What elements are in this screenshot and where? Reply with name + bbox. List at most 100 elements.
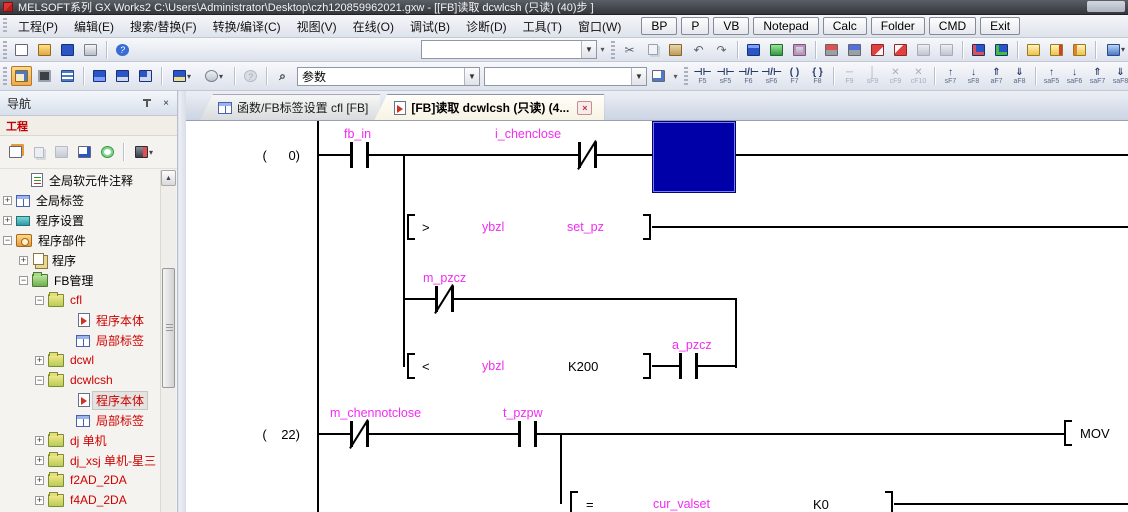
copy-data-button[interactable] (28, 142, 49, 162)
pin-icon[interactable] (141, 97, 153, 109)
expander[interactable]: − (19, 275, 28, 285)
scrollbar-thumb[interactable] (162, 268, 175, 388)
refresh-button[interactable] (97, 142, 118, 162)
project-data-combobox[interactable]: ▼ (421, 40, 597, 59)
ladder-editor[interactable]: ( 0) ( 22) fb_in i_chenclose > ybzl set_… (186, 121, 1128, 512)
ladder-or-contact-button[interactable]: ⊣⊢ sF5 (714, 64, 737, 89)
compare-constant[interactable]: K0 (813, 497, 829, 512)
ladder-delete-hline-button[interactable]: ✕ cF9 (884, 64, 907, 89)
tree-item-program-parts[interactable]: − 程序部件 (0, 230, 160, 250)
toolbar-overflow[interactable]: ▾ (670, 66, 681, 86)
io-button[interactable] (789, 40, 810, 60)
help-button[interactable]: ? (112, 40, 133, 60)
ladder-pulse-ne-or-button[interactable]: ↓ saF6 (1063, 64, 1086, 89)
closed-contact-i-chenclose[interactable] (577, 140, 597, 170)
device-run-button[interactable] (991, 40, 1012, 60)
expander[interactable]: + (19, 255, 28, 265)
statement2-button[interactable] (1069, 40, 1090, 60)
ladder-pulse-nf-or-button[interactable]: ⇓ saF8 (1109, 64, 1128, 89)
undo-button[interactable]: ↶ (688, 40, 709, 60)
tab-fb-label-settings[interactable]: 函数/FB标签设置 cfl [FB] (200, 94, 381, 120)
ladder-open-contact-button[interactable]: ⊣⊢ F5 (691, 64, 714, 89)
print-button[interactable] (80, 40, 101, 60)
device-search-button[interactable]: ▾ (199, 66, 229, 86)
combo-drop-icon[interactable]: ▼ (631, 67, 646, 85)
device-tree-button[interactable] (135, 66, 156, 86)
ladder-delete-vline-button[interactable]: ✕ cF10 (907, 64, 930, 89)
tree-item-dcwlcsh[interactable]: − dcwlcsh (0, 370, 160, 390)
expander[interactable]: + (3, 195, 12, 205)
tree-item-program[interactable]: + 程序 (0, 250, 160, 270)
new-project-button[interactable] (11, 40, 32, 60)
tab-fb-read-dcwlcsh[interactable]: [FB]读取 dcwlcsh (只读) (4... × (374, 94, 605, 120)
device-stop-button[interactable] (968, 40, 989, 60)
menu-view[interactable]: 视图(V) (289, 15, 345, 38)
redo-button[interactable]: ↷ (711, 40, 732, 60)
paste-data-button[interactable] (51, 142, 72, 162)
note-button[interactable] (1046, 40, 1067, 60)
exit-button[interactable]: Exit (980, 17, 1021, 35)
compare-operator[interactable]: = (586, 497, 594, 512)
copy-button[interactable] (642, 40, 663, 60)
tree-item-global-label[interactable]: + 全局标签 (0, 190, 160, 210)
ladder-pulse-falling-button[interactable]: ↓ sF8 (962, 64, 985, 89)
ladder-pulse-nf-contact-button[interactable]: ⇑ saF7 (1086, 64, 1109, 89)
data-property-button[interactable] (74, 142, 95, 162)
scroll-up-icon[interactable]: ▲ (161, 170, 176, 186)
expander[interactable]: + (35, 355, 44, 365)
compare-constant[interactable]: K200 (568, 359, 598, 374)
tree-item-dcwlcsh-program-body[interactable]: 程序本体 (0, 390, 160, 410)
menu-convert-compile[interactable]: 转换/编译(C) (205, 15, 289, 38)
ladder-application-instruction-button[interactable]: { } F8 (806, 64, 829, 89)
monitor-mode-button[interactable]: ▾ (1101, 40, 1128, 60)
menu-tools[interactable]: 工具(T) (515, 15, 570, 38)
expander[interactable]: + (35, 495, 44, 505)
monitor-gray2-button[interactable] (936, 40, 957, 60)
panel-splitter[interactable] (179, 91, 186, 512)
statement-button[interactable] (1023, 40, 1044, 60)
ladder-coil-button[interactable]: ( ) F7 (783, 64, 806, 89)
compare-operator[interactable]: < (422, 359, 430, 374)
tree-item-program-settings[interactable]: + 程序设置 (0, 210, 160, 230)
toolbar-overflow[interactable]: ▾ (597, 40, 608, 60)
read-from-plc-button[interactable] (844, 40, 865, 60)
menu-debug[interactable]: 调试(B) (402, 15, 458, 38)
monitor-watch-button[interactable] (867, 40, 888, 60)
compare-operand[interactable]: cur_valset (653, 497, 710, 511)
tab-close-icon[interactable]: × (577, 100, 593, 115)
open-project-button[interactable] (34, 40, 55, 60)
bp-button[interactable]: BP (641, 17, 678, 35)
notepad-button[interactable]: Notepad (753, 17, 819, 35)
new-data-button[interactable] (5, 142, 26, 162)
ladder-vline-button[interactable]: │ sF9 (861, 64, 884, 89)
tree-item-cfl[interactable]: − cfl (0, 290, 160, 310)
list-view-button[interactable] (57, 66, 78, 86)
device-display-button[interactable]: ▾ (167, 66, 197, 86)
monitor-watch2-button[interactable] (890, 40, 911, 60)
monitor-gray-button[interactable] (913, 40, 934, 60)
help-disabled-button[interactable]: ? (240, 66, 261, 86)
compare-operand[interactable]: ybzl (482, 220, 504, 234)
compare-operand[interactable]: set_pz (567, 220, 604, 234)
write-to-plc-button[interactable] (821, 40, 842, 60)
tree-item-f4ad-2da[interactable]: + f4AD_2DA (0, 490, 160, 510)
cmd-button[interactable]: CMD (928, 17, 977, 35)
ladder-pulse-rising-button[interactable]: ↑ sF7 (939, 64, 962, 89)
tree-item-cfl-local-label[interactable]: 局部标签 (0, 330, 160, 350)
expander[interactable]: − (3, 235, 12, 245)
device-comment-view-button[interactable] (89, 66, 110, 86)
menu-window[interactable]: 窗口(W) (570, 15, 629, 38)
find-in-page-button[interactable] (648, 66, 669, 86)
device-comment-button[interactable] (743, 40, 764, 60)
ladder-hline-button[interactable]: ─ F9 (838, 64, 861, 89)
compare-operator[interactable]: > (422, 220, 430, 235)
navigation-toggle-button[interactable] (11, 66, 32, 86)
cut-button[interactable]: ✂ (619, 40, 640, 60)
expander[interactable]: + (35, 435, 44, 445)
vb-button[interactable]: VB (713, 17, 750, 35)
combo-drop-icon[interactable]: ▼ (464, 67, 479, 85)
menu-diagnostics[interactable]: 诊断(D) (458, 15, 515, 38)
open-contact-fb-in[interactable] (350, 142, 369, 168)
tree-item-global-comment[interactable]: 全局软元件注释 (0, 170, 160, 190)
ladder-closed-contact-button[interactable]: ⊣/⊢ F6 (737, 64, 760, 89)
